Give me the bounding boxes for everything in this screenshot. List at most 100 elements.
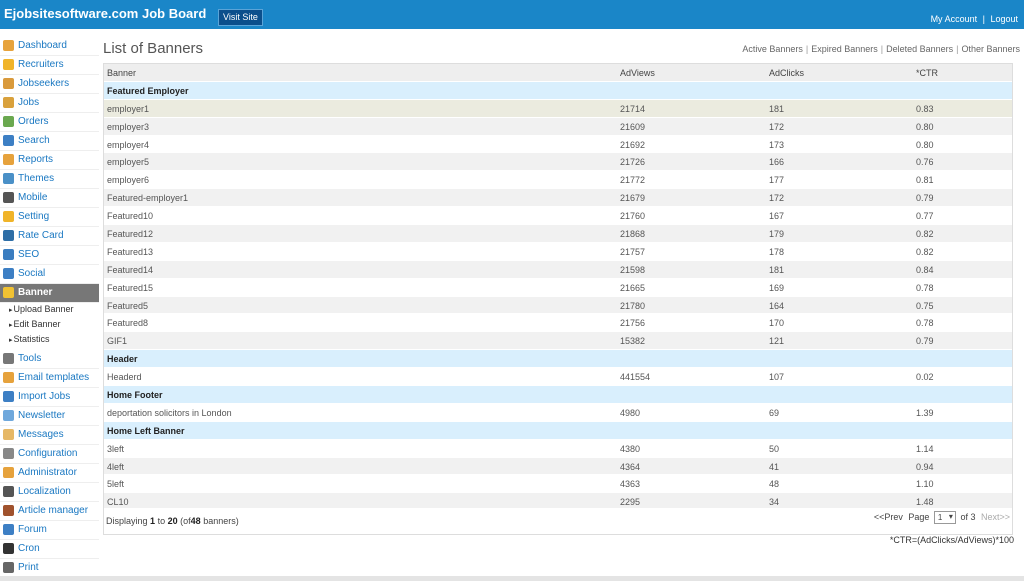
banner-name-cell[interactable]: employer3	[107, 122, 149, 132]
sidebar-item-seo[interactable]: SEO	[0, 246, 99, 265]
table-row[interactable]: Featured14 21598 181 0.84	[104, 260, 1012, 279]
banner-name-cell[interactable]: Featured5	[107, 301, 148, 311]
table-row[interactable]: Featured15 21665 169 0.78	[104, 278, 1012, 297]
banner-name-cell[interactable]: employer4	[107, 140, 149, 150]
gear-icon	[3, 211, 14, 222]
sidebar-item-search[interactable]: Search	[0, 132, 99, 151]
banner-sub-upload-banner[interactable]: Upload Banner	[9, 304, 74, 314]
visit-site-button[interactable]: Visit Site	[218, 9, 263, 26]
banner-name-cell[interactable]: Featured13	[107, 247, 153, 257]
table-row[interactable]: employer6 21772 177 0.81	[104, 171, 1012, 190]
banner-name-cell[interactable]: 4left	[107, 462, 124, 472]
sidebar-item-reports[interactable]: Reports	[0, 151, 99, 170]
sidebar-item-import-jobs[interactable]: Import Jobs	[0, 388, 99, 407]
banner-name-cell[interactable]: Featured-employer1	[107, 193, 188, 203]
sidebar-item-jobseekers[interactable]: Jobseekers	[0, 75, 99, 94]
sidebar-item-banner[interactable]: Banner	[0, 284, 99, 303]
banners-table: Banner AdViews AdClicks *CTR Featured Employ…	[103, 63, 1013, 513]
banner-name-cell[interactable]: 3left	[107, 444, 124, 454]
filter-link-other-banners[interactable]: Other Banners	[961, 44, 1020, 54]
sidebar-item-label: Jobseekers	[18, 78, 70, 89]
sidebar-item-localization[interactable]: Localization	[0, 483, 99, 502]
sidebar-item-recruiters[interactable]: Recruiters	[0, 56, 99, 75]
ctr-cell: 0.78	[916, 318, 934, 329]
next-page-link[interactable]: Next>>	[981, 512, 1010, 522]
page-select[interactable]: 1	[933, 511, 956, 524]
banner-name-cell[interactable]: Featured14	[107, 265, 153, 275]
sidebar-item-label: Jobs	[18, 97, 40, 108]
sidebar-item-themes[interactable]: Themes	[0, 170, 99, 189]
banner-name-cell[interactable]: Featured15	[107, 283, 153, 293]
jobs-icon	[3, 97, 14, 108]
filter-link-expired-banners[interactable]: Expired Banners	[811, 44, 878, 54]
prev-page-link[interactable]: <<Prev	[874, 512, 903, 522]
pagination: <<Prev Page 1 of 3 Next>>	[874, 511, 1010, 524]
sidebar-item-cron[interactable]: Cron	[0, 540, 99, 559]
displaying-count: Displaying 1 to 20 (of48 banners)	[106, 516, 239, 526]
sidebar-item-article-manager[interactable]: Article manager	[0, 502, 99, 521]
sidebar-item-label: Mobile	[18, 192, 48, 203]
banner-name-cell[interactable]: employer5	[107, 157, 149, 167]
sidebar-item-setting[interactable]: Setting	[0, 208, 99, 227]
table-row[interactable]: Featured-employer1 21679 172 0.79	[104, 189, 1012, 208]
table-row[interactable]: 5left 4363 48 1.10	[104, 475, 1012, 494]
table-row[interactable]: GIF1 15382 121 0.79	[104, 332, 1012, 351]
ctr-cell: 1.14	[916, 443, 934, 454]
sidebar-item-social[interactable]: Social	[0, 265, 99, 284]
adclicks-cell: 177	[769, 175, 785, 186]
my-account-link[interactable]: My Account	[931, 14, 978, 24]
banner-name-cell[interactable]: Headerd	[107, 372, 142, 382]
banner-sub-edit-banner[interactable]: Edit Banner	[9, 319, 61, 329]
banner-name-cell[interactable]: employer1	[107, 104, 149, 114]
filter-link-deleted-banners[interactable]: Deleted Banners	[886, 44, 953, 54]
table-row[interactable]: employer3 21609 172 0.80	[104, 117, 1012, 136]
filter-link-active-banners[interactable]: Active Banners	[742, 44, 803, 54]
column-header-ctr[interactable]: *CTR	[916, 68, 938, 78]
sidebar-item-messages[interactable]: Messages	[0, 426, 99, 445]
table-row[interactable]: deportation solicitors in London 4980 69 1.…	[104, 403, 1012, 422]
banner-name-cell[interactable]: deportation solicitors in London	[107, 408, 232, 418]
sidebar-item-orders[interactable]: Orders	[0, 113, 99, 132]
sidebar-item-dashboard[interactable]: Dashboard	[0, 37, 99, 56]
sidebar-item-tools[interactable]: Tools	[0, 350, 99, 369]
column-header-adviews[interactable]: AdViews	[620, 68, 655, 78]
sidebar-item-mobile[interactable]: Mobile	[0, 189, 99, 208]
table-row[interactable]: Featured13 21757 178 0.82	[104, 242, 1012, 261]
banner-sub-statistics[interactable]: Statistics	[9, 334, 50, 344]
table-row[interactable]: employer4 21692 173 0.80	[104, 135, 1012, 154]
table-row[interactable]: Featured10 21760 167 0.77	[104, 207, 1012, 226]
sidebar-item-email-templates[interactable]: Email templates	[0, 369, 99, 388]
ctr-cell: 0.82	[916, 229, 934, 240]
banner-name-cell[interactable]: Featured8	[107, 318, 148, 328]
banner-name-cell[interactable]: Featured10	[107, 211, 153, 221]
table-row[interactable]: employer1 21714 181 0.83	[104, 99, 1012, 118]
sidebar-item-newsletter[interactable]: Newsletter	[0, 407, 99, 426]
sidebar-item-label: Newsletter	[18, 410, 66, 421]
logout-link[interactable]: Logout	[990, 14, 1018, 24]
table-row[interactable]: Featured12 21868 179 0.82	[104, 225, 1012, 243]
column-header-adclicks[interactable]: AdClicks	[769, 68, 804, 78]
top-header-bar: Ejobsitesoftware.com Job Board Visit Sit…	[0, 0, 1024, 29]
sidebar-item-label: Tools	[18, 353, 42, 364]
table-row[interactable]: employer5 21726 166 0.76	[104, 153, 1012, 172]
table-row[interactable]: Featured8 21756 170 0.78	[104, 314, 1012, 333]
sidebar-item-rate-card[interactable]: Rate Card	[0, 227, 99, 246]
column-header-banner[interactable]: Banner	[107, 68, 136, 78]
adviews-cell: 21780	[620, 300, 646, 311]
banner-name-cell[interactable]: employer6	[107, 175, 149, 185]
table-row[interactable]: Headerd 441554 107 0.02	[104, 368, 1012, 387]
banner-name-cell[interactable]: 5left	[107, 479, 124, 489]
table-row[interactable]: 4left 4364 41 0.94	[104, 457, 1012, 476]
banner-name-cell[interactable]: CL10	[107, 497, 129, 507]
sidebar-item-forum[interactable]: Forum	[0, 521, 99, 540]
sidebar-item-configuration[interactable]: Configuration	[0, 445, 99, 464]
adviews-cell: 4363	[620, 479, 641, 490]
banner-name-cell[interactable]: Featured12	[107, 229, 153, 239]
table-row[interactable]: Featured5 21780 164 0.75	[104, 296, 1012, 315]
page-count: of 3	[960, 511, 976, 522]
table-row[interactable]: 3left 4380 50 1.14	[104, 439, 1012, 458]
sidebar-item-jobs[interactable]: Jobs	[0, 94, 99, 113]
sidebar-item-administrator[interactable]: Administrator	[0, 464, 99, 483]
adviews-cell: 21665	[620, 282, 646, 293]
banner-name-cell[interactable]: GIF1	[107, 336, 127, 346]
